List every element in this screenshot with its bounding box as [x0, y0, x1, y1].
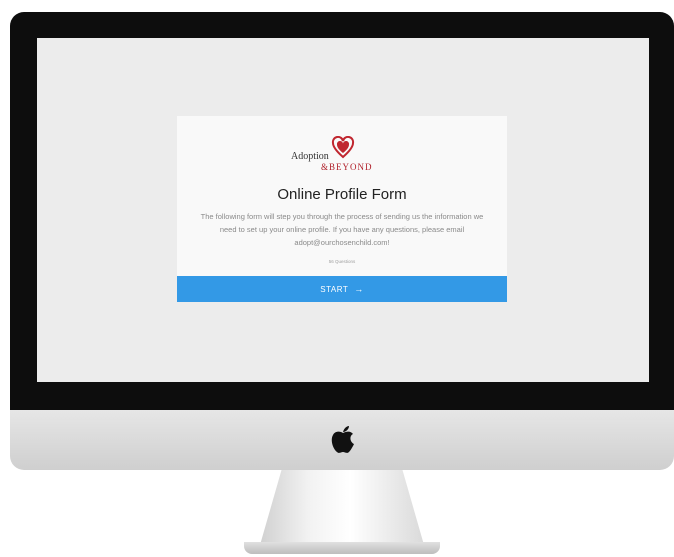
arrow-right-icon: →: [354, 284, 364, 294]
logo-text-adoption: Adoption: [291, 151, 329, 162]
screen-bottom-border: [37, 382, 649, 388]
logo-text-beyond: &BEYOND: [321, 162, 373, 172]
monitor-screen: Adoption &BEYOND Online Profile Form The…: [37, 38, 649, 382]
heart-icon: [331, 136, 355, 159]
monitor-stand: [258, 470, 426, 552]
apple-logo-icon: [331, 426, 354, 453]
start-button-label: START: [320, 284, 349, 294]
start-button[interactable]: START →: [177, 276, 507, 302]
form-title: Online Profile Form: [277, 186, 407, 203]
form-card: Adoption &BEYOND Online Profile Form The…: [177, 116, 507, 276]
form-description: The following form will step you through…: [200, 212, 484, 247]
monitor-stand-base: [244, 542, 440, 554]
adoption-beyond-logo: Adoption &BEYOND: [287, 136, 397, 176]
question-count: 56 Questions: [328, 259, 356, 264]
